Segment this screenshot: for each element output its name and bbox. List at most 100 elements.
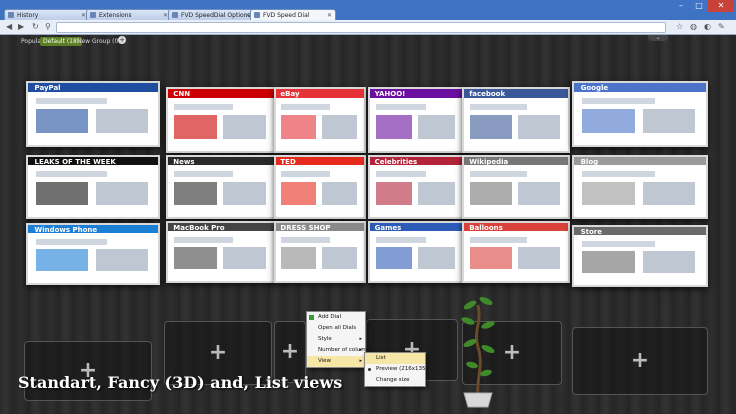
speed-dial-tile[interactable]: LEAKS OF THE WEEK xyxy=(26,155,160,219)
tile-site-label: facebook xyxy=(469,90,506,99)
tile-content-block xyxy=(95,182,148,205)
tile-content-block xyxy=(470,171,528,178)
tile-content-block xyxy=(375,115,413,139)
tile-content-block xyxy=(174,115,217,139)
view-submenu: List Preview (216x135) Change size xyxy=(364,352,428,387)
tile-content-block xyxy=(642,251,696,274)
collapse-toolbar-icon[interactable]: ⌄ xyxy=(648,35,668,41)
speed-dial-tile[interactable]: PayPal xyxy=(26,81,160,147)
star-icon[interactable]: ☆ xyxy=(676,22,683,32)
wrench-icon[interactable]: ✎ xyxy=(718,22,725,32)
tile-content-block xyxy=(281,115,317,139)
speed-dial-tile[interactable]: Blog xyxy=(572,155,708,219)
speed-dial-tile[interactable]: eBay xyxy=(274,87,366,153)
tile-site-label: TED xyxy=(280,158,296,167)
plus-icon: + xyxy=(208,340,228,365)
speed-dial-tile[interactable]: facebook xyxy=(462,87,570,153)
tile-content-block xyxy=(417,247,455,270)
tile-site-label: News xyxy=(173,158,195,167)
tile-content-block xyxy=(174,247,217,270)
tile-content-block xyxy=(518,247,560,270)
tile-content-block xyxy=(281,247,317,270)
reload-icon[interactable]: ↻ xyxy=(32,22,39,32)
submenu-item-preview[interactable]: Preview (216x135) xyxy=(365,364,428,375)
tile-content-block xyxy=(35,249,88,272)
speed-dial-tile[interactable]: Google xyxy=(572,81,708,147)
submenu-arrow-icon: ▸ xyxy=(359,358,362,364)
menu-item-label: View xyxy=(318,358,332,364)
empty-dial-slot[interactable]: + xyxy=(24,341,152,401)
address-bar[interactable] xyxy=(56,22,666,33)
menu-item-add-dial[interactable]: Add Dial xyxy=(307,312,365,323)
empty-dial-slot[interactable]: + xyxy=(572,327,708,395)
tile-content-block xyxy=(470,247,512,270)
speed-dial-tile[interactable]: Windows Phone xyxy=(26,223,160,285)
tile-content-block xyxy=(470,103,528,111)
tile-content-block xyxy=(174,171,233,178)
speed-dial-tile[interactable]: News xyxy=(166,155,276,219)
extension-icon[interactable]: ◐ xyxy=(704,22,711,32)
speed-dial-tile[interactable]: Games xyxy=(368,221,464,283)
tile-content-block xyxy=(375,182,413,205)
speed-dial-tile[interactable]: CNN xyxy=(166,87,276,153)
back-icon[interactable]: ◀ xyxy=(6,22,12,32)
speed-dial-tile[interactable]: YAHOO! xyxy=(368,87,464,153)
speed-dial-tile[interactable]: Store xyxy=(572,225,708,287)
submenu-item-list[interactable]: List xyxy=(365,353,425,364)
group-tab-new-group[interactable]: New Group (0) xyxy=(74,37,124,46)
tile-content-block xyxy=(470,236,528,243)
video-caption: Standart, Fancy (3D) and, List views xyxy=(18,373,343,392)
tile-site-label: Celebrities xyxy=(374,158,418,167)
menu-item-style[interactable]: Style ▸ xyxy=(307,334,365,345)
tab-strip: History ✕ Extensions ✕ FVD SpeedDial Opt… xyxy=(0,0,736,21)
close-window-button[interactable]: ✕ xyxy=(708,0,734,12)
speed-dial-tile[interactable]: TED xyxy=(274,155,366,219)
history-tab-icon xyxy=(8,12,14,18)
menu-item-label: List xyxy=(376,355,386,361)
tile-content-block xyxy=(518,115,560,139)
tile-content-block xyxy=(223,115,266,139)
tile-content-block xyxy=(518,182,560,205)
menu-item-label: Preview (216x135) xyxy=(376,366,428,372)
speed-dial-tile[interactable]: Wikipedia xyxy=(462,155,570,219)
maximize-button[interactable]: □ xyxy=(690,0,708,12)
submenu-arrow-icon: ▸ xyxy=(359,336,362,342)
speeddial-tab-icon xyxy=(254,12,260,18)
speed-dial-tile[interactable]: MacBook Pro xyxy=(166,221,276,283)
tile-content-block xyxy=(375,171,427,178)
menu-item-open-all-dials[interactable]: Open all Dials xyxy=(307,323,365,334)
speed-dial-tile[interactable]: DRESS SHOP xyxy=(274,221,366,283)
tile-content-block xyxy=(95,109,148,133)
tile-site-label: Wikipedia xyxy=(469,158,509,167)
menu-item-number-of-columns[interactable]: Number of columns ▸ xyxy=(307,345,372,356)
submenu-arrow-icon: ▸ xyxy=(359,347,362,353)
menu-item-view[interactable]: View ▸ xyxy=(307,356,365,367)
tile-content-block xyxy=(375,247,413,270)
tab-label: History xyxy=(17,12,39,19)
tile-site-label: Balloons xyxy=(469,224,503,233)
minimize-button[interactable]: – xyxy=(672,0,690,12)
tile-content-block xyxy=(321,115,357,139)
tile-site-label: eBay xyxy=(280,90,300,99)
add-group-icon[interactable]: + xyxy=(118,36,126,44)
tile-content-block xyxy=(642,182,696,205)
tile-content-block xyxy=(321,247,357,270)
tile-site-label: MacBook Pro xyxy=(173,224,225,233)
plus-icon: + xyxy=(280,339,300,364)
submenu-item-change-size[interactable]: Change size xyxy=(365,375,425,386)
search-icon: ⚲ xyxy=(45,22,51,31)
tile-site-label: Store xyxy=(580,228,602,237)
forward-icon[interactable]: ▶ xyxy=(18,22,24,32)
tile-content-block xyxy=(581,240,655,247)
plus-icon: + xyxy=(630,348,650,373)
tile-content-block xyxy=(281,171,330,178)
tile-content-block xyxy=(35,182,88,205)
speed-dial-tile[interactable]: Balloons xyxy=(462,221,570,283)
tile-site-label: DRESS SHOP xyxy=(280,224,331,233)
menu-item-label: Change size xyxy=(376,377,410,383)
tile-content-block xyxy=(642,109,696,133)
speed-dial-tile[interactable]: Celebrities xyxy=(368,155,464,219)
menu-item-label: Add Dial xyxy=(318,314,342,320)
extension-icon[interactable]: ◍ xyxy=(690,22,697,32)
menu-item-label: Open all Dials xyxy=(318,325,357,331)
